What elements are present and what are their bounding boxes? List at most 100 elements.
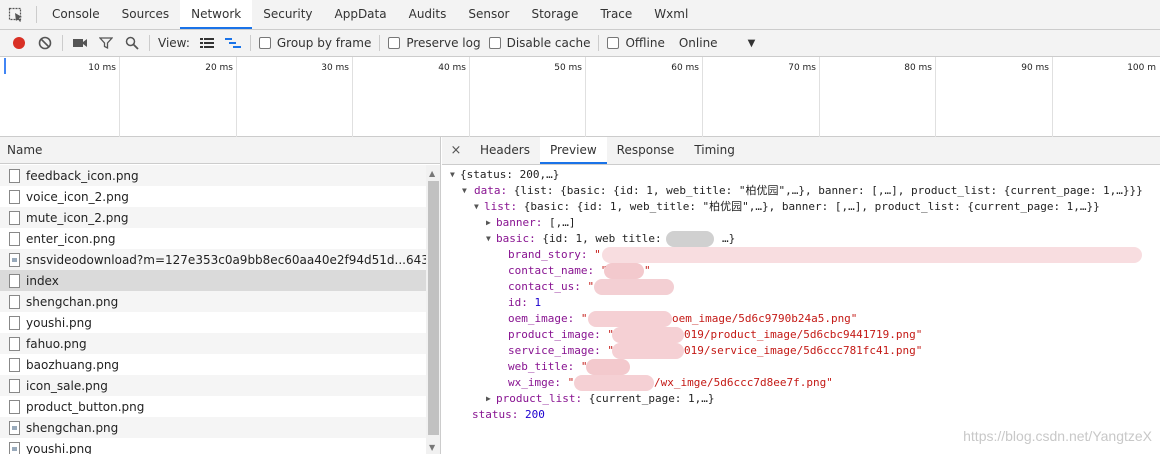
json-prop-wx-imge[interactable]: wx_imge: " /wx_imge/5d6ccc7d8ee7f.png" <box>442 375 1160 391</box>
tab-storage[interactable]: Storage <box>520 0 589 29</box>
timeline-overview[interactable]: 10 ms 20 ms 30 ms 40 ms 50 ms 60 ms 70 m… <box>0 57 1160 137</box>
request-row[interactable]: enter_icon.png <box>0 228 426 249</box>
tab-sensor[interactable]: Sensor <box>457 0 520 29</box>
request-row[interactable]: shengchan.png <box>0 291 426 312</box>
tab-network[interactable]: Network <box>180 0 253 29</box>
json-node-product-list[interactable]: ▶ product_list: {current_page: 1,…} <box>442 391 1160 407</box>
json-node-banner[interactable]: ▶ banner: [,…] <box>442 215 1160 231</box>
tab-response[interactable]: Response <box>607 137 685 164</box>
json-value: {id: 1, web title: " <box>542 232 675 245</box>
checkbox-box[interactable] <box>388 37 401 49</box>
request-row[interactable]: snsvideodownload?m=127e353c0a9bb8ec60aa4… <box>0 249 426 270</box>
image-file-icon <box>9 252 20 267</box>
json-prop-brand-story[interactable]: brand_story: " <box>442 247 1160 263</box>
file-icon <box>9 315 20 330</box>
expand-down-icon[interactable]: ▼ <box>462 183 467 199</box>
request-list-panel: Name feedback_icon.png voice_icon_2.png … <box>0 137 441 454</box>
group-by-frame-checkbox[interactable]: Group by frame <box>258 36 371 50</box>
json-value: {current_page: 1,…} <box>588 392 715 405</box>
toolbar-divider <box>62 35 63 51</box>
timeline-tick-label: 100 m <box>1127 63 1156 73</box>
request-list-scrollbar[interactable]: ▲ ▼ <box>426 165 440 454</box>
timeline-tick-label: 50 ms <box>554 63 582 73</box>
request-row[interactable]: fahuo.png <box>0 333 426 354</box>
timeline-tick-label: 30 ms <box>321 63 349 73</box>
request-row-selected[interactable]: index <box>0 270 426 291</box>
file-icon <box>9 378 20 393</box>
request-row[interactable]: icon_sale.png <box>0 375 426 396</box>
tab-headers[interactable]: Headers <box>470 137 540 164</box>
json-prop-web-title[interactable]: web_title: " <box>442 359 1160 375</box>
throttling-select[interactable]: Online <box>679 36 718 50</box>
preserve-log-checkbox[interactable]: Preserve log <box>388 36 481 50</box>
clear-button[interactable] <box>32 32 58 54</box>
tab-security[interactable]: Security <box>252 0 323 29</box>
tab-sources[interactable]: Sources <box>111 0 180 29</box>
json-key: oem_image: <box>508 312 575 325</box>
json-value: …} <box>722 232 736 245</box>
close-icon[interactable]: × <box>442 137 470 164</box>
checkbox-box[interactable] <box>258 37 271 49</box>
request-row[interactable]: shengchan.png <box>0 417 426 438</box>
timeline-gridline <box>702 57 703 137</box>
redacted-blur <box>602 247 1142 263</box>
expand-right-icon[interactable]: ▶ <box>486 391 491 407</box>
expand-down-icon[interactable]: ▼ <box>450 167 455 183</box>
json-prop-status[interactable]: status: 200 <box>442 407 1160 423</box>
scroll-down-arrow-icon[interactable]: ▼ <box>429 443 435 452</box>
tab-preview[interactable]: Preview <box>539 137 607 164</box>
json-prop-product-image[interactable]: product_image: " 019/product_image/5d6cb… <box>442 327 1160 343</box>
large-rows-toggle[interactable] <box>194 32 220 54</box>
inspect-element-icon[interactable] <box>0 0 32 29</box>
json-key: brand_story: <box>508 248 588 261</box>
request-row[interactable]: product_button.png <box>0 396 426 417</box>
offline-checkbox[interactable]: Offline <box>607 36 665 50</box>
name-column-header[interactable]: Name <box>0 137 440 164</box>
tab-wxml[interactable]: Wxml <box>643 0 699 29</box>
request-row[interactable]: voice_icon_2.png <box>0 186 426 207</box>
waterfall-toggle[interactable] <box>220 32 246 54</box>
redacted-blur <box>594 279 674 295</box>
request-details-panel: × Headers Preview Response Timing ▼ {sta… <box>442 137 1160 454</box>
request-row[interactable]: mute_icon_2.png <box>0 207 426 228</box>
screenshot-button[interactable] <box>67 32 93 54</box>
scroll-up-arrow-icon[interactable]: ▲ <box>429 169 435 178</box>
request-row[interactable]: baozhuang.png <box>0 354 426 375</box>
request-row[interactable]: youshi.png <box>0 312 426 333</box>
json-prop-contact-name[interactable]: contact_name: " " <box>442 263 1160 279</box>
json-root[interactable]: ▼ {status: 200,…} <box>442 167 1160 183</box>
expand-right-icon[interactable]: ▶ <box>486 215 491 231</box>
json-node-list[interactable]: ▼ list: {basic: {id: 1, web_title: "柏优园"… <box>442 199 1160 215</box>
timeline-start-marker <box>4 58 6 74</box>
redacted-blur <box>612 343 684 359</box>
json-node-data[interactable]: ▼ data: {list: {basic: {id: 1, web_title… <box>442 183 1160 199</box>
tab-trace[interactable]: Trace <box>589 0 643 29</box>
request-name: snsvideodownload?m=127e353c0a9bb8ec60aa4… <box>26 252 426 267</box>
tab-audits[interactable]: Audits <box>398 0 458 29</box>
tab-appdata[interactable]: AppData <box>324 0 398 29</box>
request-row[interactable]: youshi.png <box>0 438 426 454</box>
json-prop-oem-image[interactable]: oem_image: " oem_image/5d6c9790b24a5.png… <box>442 311 1160 327</box>
checkbox-box[interactable] <box>488 37 501 49</box>
waterfall-icon <box>224 38 241 48</box>
json-prop-id[interactable]: id: 1 <box>442 295 1160 311</box>
timeline-tick-label: 90 ms <box>1021 63 1049 73</box>
scrollbar-thumb[interactable] <box>428 181 439 435</box>
request-row[interactable]: feedback_icon.png <box>0 165 426 186</box>
tab-timing[interactable]: Timing <box>684 137 745 164</box>
json-prop-service-image[interactable]: service_image: " 019/service_image/5d6cc… <box>442 343 1160 359</box>
expand-down-icon[interactable]: ▼ <box>474 199 479 215</box>
request-name: shengchan.png <box>26 420 119 435</box>
disable-cache-checkbox[interactable]: Disable cache <box>488 36 590 50</box>
request-name: shengchan.png <box>26 294 119 309</box>
json-prop-contact-us[interactable]: contact_us: " <box>442 279 1160 295</box>
json-key: product_list: <box>496 392 583 405</box>
expand-down-icon[interactable]: ▼ <box>486 231 491 247</box>
json-node-basic[interactable]: ▼ basic: {id: 1, web title: " …} <box>442 231 1160 247</box>
dropdown-caret-icon[interactable]: ▼ <box>748 38 756 49</box>
tab-console[interactable]: Console <box>41 0 111 29</box>
checkbox-box[interactable] <box>607 37 620 49</box>
record-button[interactable] <box>6 32 32 54</box>
search-button[interactable] <box>119 32 145 54</box>
filter-button[interactable] <box>93 32 119 54</box>
